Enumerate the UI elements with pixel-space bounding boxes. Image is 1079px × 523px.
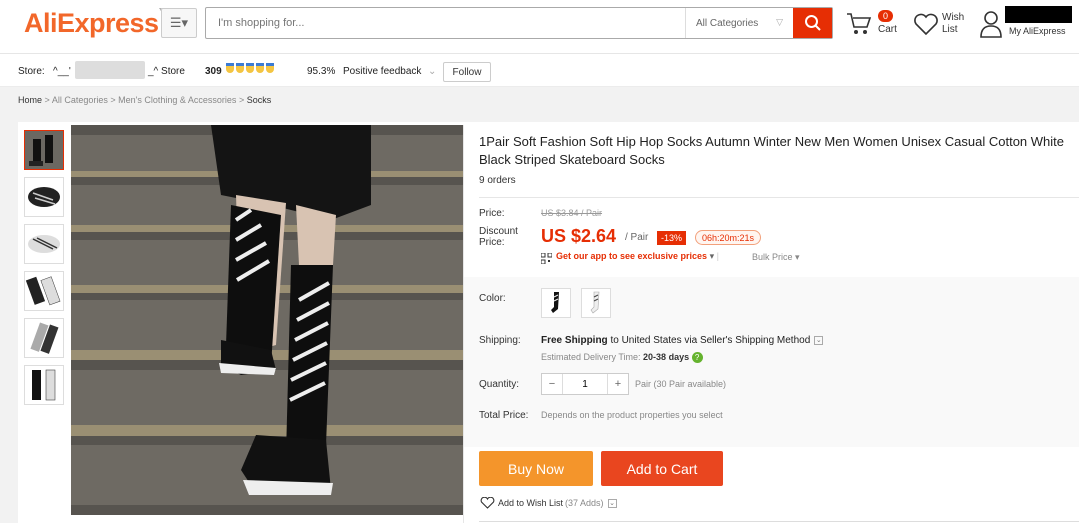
app-promo-link[interactable]: Get our app to see exclusive prices ▾ |	[556, 251, 719, 262]
thumbnail-2[interactable]	[24, 177, 64, 217]
discount-price-label: Discount Price:	[479, 226, 518, 248]
product-title: 1Pair Soft Fashion Soft Hip Hop Socks Au…	[479, 134, 1065, 167]
thumbnail-1[interactable]	[24, 130, 64, 170]
breadcrumb-mens-clothing[interactable]: Men's Clothing & Accessories	[118, 95, 236, 105]
chevron-down-icon: ▾	[795, 252, 800, 262]
add-to-cart-button[interactable]: Add to Cart	[601, 451, 723, 486]
chevron-down-icon: ▾	[709, 251, 715, 261]
quantity-stepper: − +	[541, 373, 629, 395]
wishlist-count: (37 Adds)	[565, 498, 604, 508]
heart-icon	[480, 497, 495, 509]
feedback-label[interactable]: Positive feedback	[343, 66, 421, 77]
store-name-prefix[interactable]: ^__'	[53, 66, 71, 77]
follow-button[interactable]: Follow	[443, 62, 491, 82]
app-promo-text: Get our app to see exclusive prices	[556, 251, 708, 261]
shipping-info: Free Shipping to United States via Selle…	[541, 335, 824, 346]
bulk-price-dropdown[interactable]: Bulk Price ▾	[752, 252, 800, 263]
search-category-select[interactable]: All Categories ▽	[685, 8, 793, 38]
cart-label[interactable]: Cart	[878, 24, 897, 36]
delivery-days: 20-38 days	[643, 352, 690, 362]
delivery-estimate: Estimated Delivery Time: 20-38 days ?	[541, 352, 703, 364]
search-icon	[804, 15, 821, 31]
price-unit: / Pair	[625, 232, 649, 243]
my-aliexpress-link[interactable]: My AliExpress	[1009, 25, 1066, 37]
search-button[interactable]	[793, 8, 832, 38]
username-redacted	[1005, 6, 1072, 23]
color-option-white[interactable]	[581, 288, 611, 318]
category-menu-button[interactable]: ☰▾	[161, 8, 197, 38]
menu-icon: ☰▾	[169, 15, 189, 30]
breadcrumb-all-categories[interactable]: All Categories	[52, 95, 108, 105]
wishlist-label: Add to Wish List	[498, 498, 564, 508]
bulk-price-label: Bulk Price	[752, 252, 793, 262]
divider	[479, 197, 1079, 198]
main-product-image[interactable]	[71, 125, 463, 515]
search-category-label: All Categories	[696, 17, 759, 29]
store-name-suffix[interactable]: _^ Store	[148, 66, 185, 77]
orders-count[interactable]: 9 orders	[479, 175, 516, 186]
thumbnail-6[interactable]	[24, 365, 64, 405]
increase-button[interactable]: +	[608, 378, 628, 390]
breadcrumb: Home > All Categories > Men's Clothing &…	[18, 95, 271, 105]
add-to-wishlist-link[interactable]: Add to Wish List (37 Adds) ⌄	[480, 497, 617, 509]
breadcrumb-socks[interactable]: Socks	[247, 95, 272, 105]
discount-price: US $2.64	[541, 226, 617, 246]
total-price-label: Total Price:	[479, 410, 529, 421]
discount-percent-badge: -13%	[657, 231, 687, 245]
wish-list-link[interactable]: Wish List	[942, 12, 964, 36]
color-option-black[interactable]	[541, 288, 571, 318]
qr-code-icon	[540, 251, 553, 269]
color-label: Color:	[479, 293, 506, 304]
chevron-down-icon[interactable]: ⌄	[814, 335, 824, 345]
cart-count-badge: 0	[878, 10, 894, 22]
top-header: AliExpress™ ☰▾ All Categories ▽ 0 Cart W…	[0, 0, 1079, 54]
separator: |	[716, 251, 719, 261]
shipping-method[interactable]: United States via Seller's Shipping Meth…	[622, 335, 811, 346]
wish-line1: Wish	[942, 12, 965, 23]
chevron-down-icon[interactable]: ⌄	[607, 498, 617, 508]
aliexpress-logo[interactable]: AliExpress™	[24, 8, 166, 39]
thumbnail-4[interactable]	[24, 271, 64, 311]
availability-text: Pair (30 Pair available)	[635, 379, 727, 389]
chevron-down-icon[interactable]: ⌄	[428, 66, 436, 77]
breadcrumb-sep: >	[238, 95, 245, 105]
original-price: US $3.84 / Pair	[541, 208, 603, 218]
total-price-note: Depends on the product properties you se…	[541, 410, 723, 420]
thumbnail-list	[24, 130, 66, 412]
breadcrumb-sep: >	[110, 95, 116, 105]
heart-icon[interactable]	[913, 12, 939, 41]
shipping-to: to	[610, 335, 619, 346]
discount-label-line2: Price:	[479, 237, 505, 248]
store-label: Store:	[18, 66, 45, 77]
buy-now-button[interactable]: Buy Now	[479, 451, 593, 486]
store-score: 309	[205, 66, 222, 77]
breadcrumb-home[interactable]: Home	[18, 95, 42, 105]
cart-icon[interactable]	[846, 12, 872, 41]
chevron-down-icon: ▽	[776, 17, 783, 27]
help-icon[interactable]: ?	[691, 352, 703, 364]
user-icon[interactable]	[980, 10, 1002, 43]
delivery-label: Estimated Delivery Time:	[541, 352, 641, 362]
feedback-percent: 95.3%	[307, 66, 336, 77]
shipping-label: Shipping:	[479, 335, 521, 346]
free-shipping-text: Free Shipping	[541, 335, 608, 346]
quantity-label: Quantity:	[479, 379, 520, 390]
thumbnail-3[interactable]	[24, 224, 64, 264]
quantity-input[interactable]	[562, 374, 608, 394]
store-name-redacted	[75, 61, 145, 79]
decrease-button[interactable]: −	[542, 378, 562, 390]
medal-icons	[226, 63, 276, 74]
price-label: Price:	[479, 208, 505, 219]
countdown-timer: 06h:20m:21s	[695, 230, 762, 245]
thumbnail-5[interactable]	[24, 318, 64, 358]
divider	[479, 521, 1079, 522]
wish-line2: List	[942, 24, 958, 35]
store-bar: Store: ^__' _^ Store 309 95.3% Positive …	[0, 55, 1079, 87]
search-bar: All Categories ▽	[205, 7, 833, 39]
search-input[interactable]	[206, 8, 685, 38]
discount-label-line1: Discount	[479, 226, 518, 237]
breadcrumb-sep: >	[44, 95, 50, 105]
